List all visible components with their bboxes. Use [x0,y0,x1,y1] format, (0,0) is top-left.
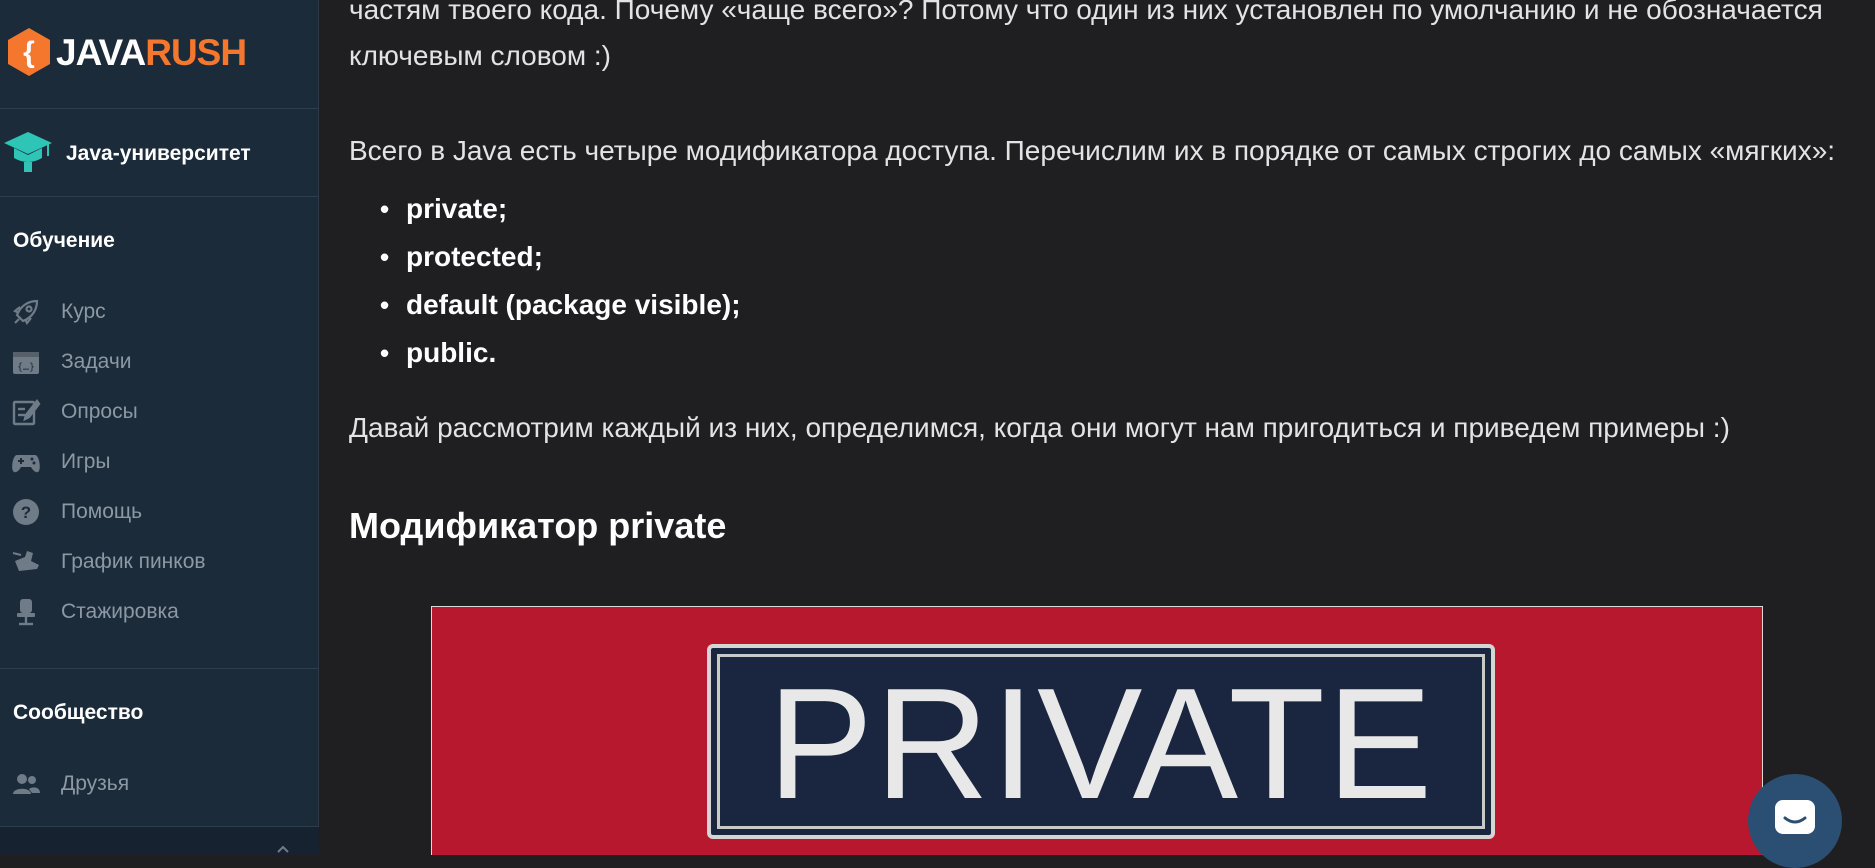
sidebar: { JAVARUSH Java-университет Обучение Кур… [0,0,319,855]
divider [0,668,319,669]
chat-button[interactable] [1748,774,1842,868]
gamepad-icon [10,446,42,478]
paragraph-modifiers-intro: Всего в Java есть четыре модификатора до… [349,135,1836,166]
svg-text:?: ? [21,503,31,522]
sidebar-item-course[interactable]: Курс [0,292,319,332]
logo-java-text: JAVA [56,31,146,73]
sidebar-footer[interactable] [0,826,319,855]
divider [0,196,319,197]
edit-checklist-icon [10,396,42,428]
sidebar-item-friends[interactable]: Друзья [0,764,319,804]
javarush-logo[interactable]: { JAVARUSH [6,24,247,80]
sidebar-item-label: Игры [61,450,111,473]
modifiers-list: private; protected; default (package vis… [380,185,741,377]
sidebar-item-kick-schedule[interactable]: График пинков [0,542,319,582]
sidebar-item-internship[interactable]: Стажировка [0,592,319,632]
section-title-community: Сообщество [13,701,144,724]
university-label: Java-университет [66,142,251,165]
logo-badge-icon: { [6,27,52,77]
help-circle-icon: ? [10,496,42,528]
sidebar-item-label: Друзья [61,772,130,795]
list-item: default (package visible); [380,281,741,329]
divider [0,108,319,109]
sidebar-item-tasks[interactable]: {…} Задачи [0,342,319,382]
article-content: частям твоего кода. Почему «чаще всего»?… [320,0,1875,855]
boot-kick-icon [10,546,42,578]
private-sign-image: PRIVATE [431,606,1763,855]
users-icon [10,768,42,800]
paragraph-outro: Давай рассмотрим каждый из них, определи… [349,412,1730,443]
paragraph-intro-line2: ключевым словом :) [349,40,611,71]
sidebar-item-label: Курс [61,300,106,323]
sidebar-item-label: Помощь [61,500,143,523]
svg-text:{: { [23,36,35,69]
sidebar-item-label: График пинков [61,550,206,573]
code-window-icon: {…} [10,346,42,378]
sidebar-item-help[interactable]: ? Помощь [0,492,319,532]
rocket-icon [10,296,42,328]
svg-text:{…}: {…} [17,362,35,373]
logo-rush-text: RUSH [145,31,247,73]
section-title-learning: Обучение [13,229,115,252]
paragraph-intro-line1: частям твоего кода. Почему «чаще всего»?… [349,0,1823,25]
logo-wordmark: JAVARUSH [56,31,247,73]
list-item: protected; [380,233,741,281]
list-item: private; [380,185,741,233]
graduation-cap-icon [2,130,54,179]
sidebar-item-label: Задачи [61,350,132,373]
chat-bubble-icon [1771,798,1819,847]
office-chair-icon [10,596,42,628]
collapse-sidebar-icon[interactable] [276,841,290,859]
section-heading: Модификатор private [349,505,727,546]
list-item: public. [380,329,741,377]
sidebar-item-label: Стажировка [61,600,179,623]
sidebar-item-polls[interactable]: Опросы [0,392,319,432]
private-sign: PRIVATE [707,644,1495,839]
sidebar-item-university[interactable]: Java-университет [0,126,319,182]
sign-text: PRIVATE [767,655,1435,832]
sidebar-item-games[interactable]: Игры [0,442,319,482]
sidebar-item-label: Опросы [61,400,138,423]
